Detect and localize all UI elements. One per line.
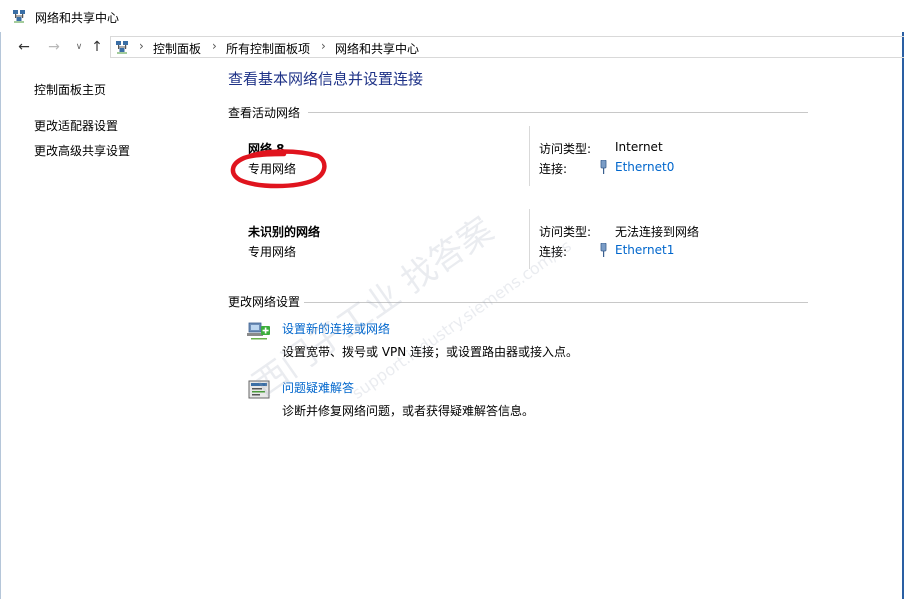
access-type-label: 访问类型: (539, 225, 592, 239)
sidebar-item-change-advanced-sharing[interactable]: 更改高级共享设置 (34, 142, 130, 159)
breadcrumb-separator-icon[interactable]: › (139, 39, 144, 53)
section-divider (308, 112, 808, 113)
network-center-icon (13, 10, 25, 23)
section-divider (304, 302, 808, 303)
column-divider (529, 209, 530, 269)
breadcrumb-item[interactable]: 控制面板 (153, 40, 201, 57)
troubleshoot-icon (248, 380, 270, 399)
sidebar-item-control-panel-home[interactable]: 控制面板主页 (34, 81, 106, 98)
up-arrow-icon[interactable]: ↑ (88, 38, 106, 56)
connection-link-ethernet1[interactable]: Ethernet1 (615, 243, 674, 257)
title-bar: 网络和共享中心 (0, 0, 904, 32)
column-divider (529, 126, 530, 186)
network-category-link[interactable]: 专用网络 (248, 243, 296, 260)
setup-new-connection-link[interactable]: 设置新的连接或网络 (282, 320, 390, 337)
troubleshoot-problems-description: 诊断并修复网络问题，或者获得疑难解答信息。 (282, 404, 535, 418)
network-name: 未识别的网络 (248, 225, 321, 239)
connection-link-ethernet0[interactable]: Ethernet0 (615, 160, 674, 174)
breadcrumb-item[interactable]: 网络和共享中心 (335, 40, 419, 57)
navigation-bar: ← → ∨ ↑ › 控制面板 › 所有控制面板项 › 网络和共享中心 (0, 32, 904, 62)
red-annotation-circle (230, 149, 327, 189)
recent-dropdown-icon[interactable]: ∨ (70, 38, 88, 56)
back-arrow-icon[interactable]: ← (15, 38, 33, 56)
access-type-value: Internet (615, 140, 663, 154)
window-title: 网络和共享中心 (35, 11, 120, 25)
network-center-icon (116, 41, 128, 54)
address-bar[interactable]: › 控制面板 › 所有控制面板项 › 网络和共享中心 (110, 36, 904, 58)
access-type-label: 访问类型: (539, 142, 592, 156)
section-label-active-networks: 查看活动网络 (228, 106, 301, 120)
breadcrumb-separator-icon[interactable]: › (321, 39, 326, 53)
section-label-change-settings: 更改网络设置 (228, 295, 301, 309)
breadcrumb-item[interactable]: 所有控制面板项 (226, 40, 310, 57)
ethernet-icon (600, 243, 607, 257)
new-connection-icon (247, 322, 270, 340)
breadcrumb-separator-icon[interactable]: › (212, 39, 217, 53)
ethernet-icon (600, 160, 607, 174)
window-left-border (0, 0, 1, 599)
connections-label: 连接: (539, 162, 568, 176)
forward-arrow-icon[interactable]: → (45, 38, 63, 56)
connections-label: 连接: (539, 245, 568, 259)
page-title: 查看基本网络信息并设置连接 (228, 70, 424, 88)
setup-new-connection-description: 设置宽带、拨号或 VPN 连接；或设置路由器或接入点。 (282, 345, 579, 359)
sidebar-item-change-adapter-settings[interactable]: 更改适配器设置 (34, 117, 118, 134)
access-type-value: 无法连接到网络 (615, 225, 700, 239)
troubleshoot-problems-link[interactable]: 问题疑难解答 (282, 379, 354, 396)
